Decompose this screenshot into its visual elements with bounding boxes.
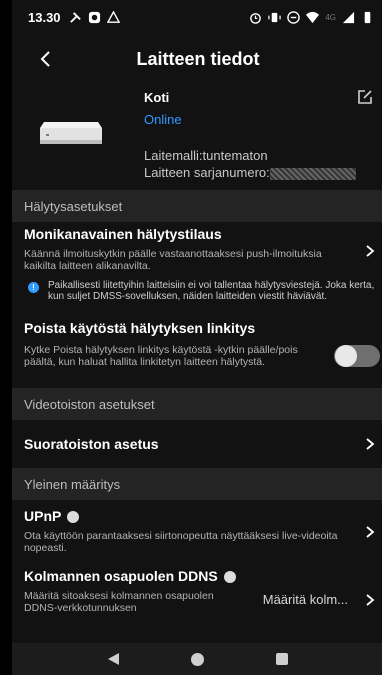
back-button[interactable] bbox=[32, 46, 58, 72]
status-bar: 13.30 4G bbox=[12, 0, 382, 34]
device-model: Laitemalli:tuntematon bbox=[144, 148, 268, 163]
stream-settings-row[interactable]: Suoratoiston asetus bbox=[12, 420, 382, 468]
device-info-card: Koti Online Laitemalli:tuntematon Laitte… bbox=[12, 84, 382, 190]
do-not-disturb-icon bbox=[287, 10, 301, 24]
multichannel-alarm-desc: Käännä ilmoituskytkin päälle vastaanotta… bbox=[24, 248, 322, 272]
ddns-desc: Määritä sitoaksesi kolmannen osapuolen D… bbox=[24, 590, 214, 614]
device-name: Koti bbox=[144, 90, 170, 105]
vibrate-icon bbox=[268, 12, 282, 22]
ddns-value: Määritä kolm... bbox=[262, 592, 348, 607]
disable-alarm-link-desc: Kytke Poista hälytyksen linkitys käytöst… bbox=[24, 344, 298, 368]
chevron-right-icon bbox=[366, 526, 375, 538]
info-icon: ! bbox=[28, 282, 39, 293]
nav-back-icon[interactable] bbox=[108, 653, 119, 665]
signal-icon bbox=[342, 11, 355, 23]
battery-icon bbox=[364, 11, 371, 23]
disable-alarm-link-title: Poista käytöstä hälytyksen linkitys bbox=[24, 320, 256, 336]
multichannel-alarm-row[interactable]: Monikanavainen hälytystilaus Käännä ilmo… bbox=[12, 222, 382, 280]
chevron-right-icon bbox=[366, 438, 375, 450]
chevron-right-icon bbox=[366, 594, 375, 606]
upnp-title-wrap: UPnP bbox=[24, 508, 80, 524]
section-alarm-settings: Hälytysasetukset bbox=[12, 190, 382, 222]
network-type-label: 4G bbox=[325, 12, 336, 22]
toggle-knob bbox=[335, 345, 357, 367]
ddns-title: Kolmannen osapuolen DDNS bbox=[24, 568, 218, 584]
third-party-ddns-row[interactable]: Kolmannen osapuolen DDNS Määritä sitoaks… bbox=[12, 562, 382, 617]
app-bar: Laitteen tiedot bbox=[12, 34, 382, 84]
upnp-desc: Ota käyttöön parantaaksesi siirtonopeutt… bbox=[24, 530, 338, 554]
device-serial-label: Laitteen sarjanumero: bbox=[144, 165, 270, 180]
edit-icon[interactable] bbox=[356, 88, 374, 106]
multichannel-alarm-title: Monikanavainen hälytystilaus bbox=[24, 226, 222, 242]
local-device-notice: ! Paikallisesti liitettyihin laitteisiin… bbox=[12, 280, 382, 320]
device-serial: Laitteen sarjanumero: bbox=[144, 165, 356, 180]
nav-recents-icon[interactable] bbox=[276, 653, 288, 665]
page-title: Laitteen tiedot bbox=[136, 48, 260, 69]
screen: 13.30 4G Laitteen tiedot Koti Online Lai… bbox=[12, 0, 382, 675]
ddns-title-wrap: Kolmannen osapuolen DDNS bbox=[24, 568, 236, 584]
stream-settings-title: Suoratoiston asetus bbox=[24, 436, 159, 452]
local-device-notice-text: Paikallisesti liitettyihin laitteisiin e… bbox=[48, 280, 375, 302]
help-icon[interactable] bbox=[223, 571, 236, 584]
app-notification-icon bbox=[88, 11, 100, 23]
status-time: 13.30 bbox=[28, 9, 61, 25]
section-playback-settings: Videotoiston asetukset bbox=[12, 388, 382, 420]
chevron-left-icon bbox=[40, 51, 50, 67]
device-status: Online bbox=[144, 112, 182, 127]
wifi-icon bbox=[306, 11, 320, 23]
upnp-title: UPnP bbox=[24, 508, 62, 524]
nav-home-icon[interactable] bbox=[191, 652, 204, 666]
alarm-icon bbox=[250, 12, 262, 24]
chevron-right-icon bbox=[366, 245, 375, 257]
tools-icon bbox=[69, 11, 81, 23]
nvr-device-image bbox=[40, 122, 102, 144]
help-icon[interactable] bbox=[67, 511, 80, 524]
disable-alarm-link-toggle[interactable] bbox=[334, 345, 380, 367]
section-general-settings: Yleinen määritys bbox=[12, 468, 382, 500]
disable-alarm-link-row: Poista käytöstä hälytyksen linkitys Kytk… bbox=[12, 320, 382, 388]
upnp-row[interactable]: UPnP Ota käyttöön parantaaksesi siirtono… bbox=[12, 500, 382, 562]
drive-icon bbox=[106, 10, 120, 23]
serial-redacted bbox=[269, 167, 356, 180]
system-navigation-bar bbox=[12, 643, 382, 675]
